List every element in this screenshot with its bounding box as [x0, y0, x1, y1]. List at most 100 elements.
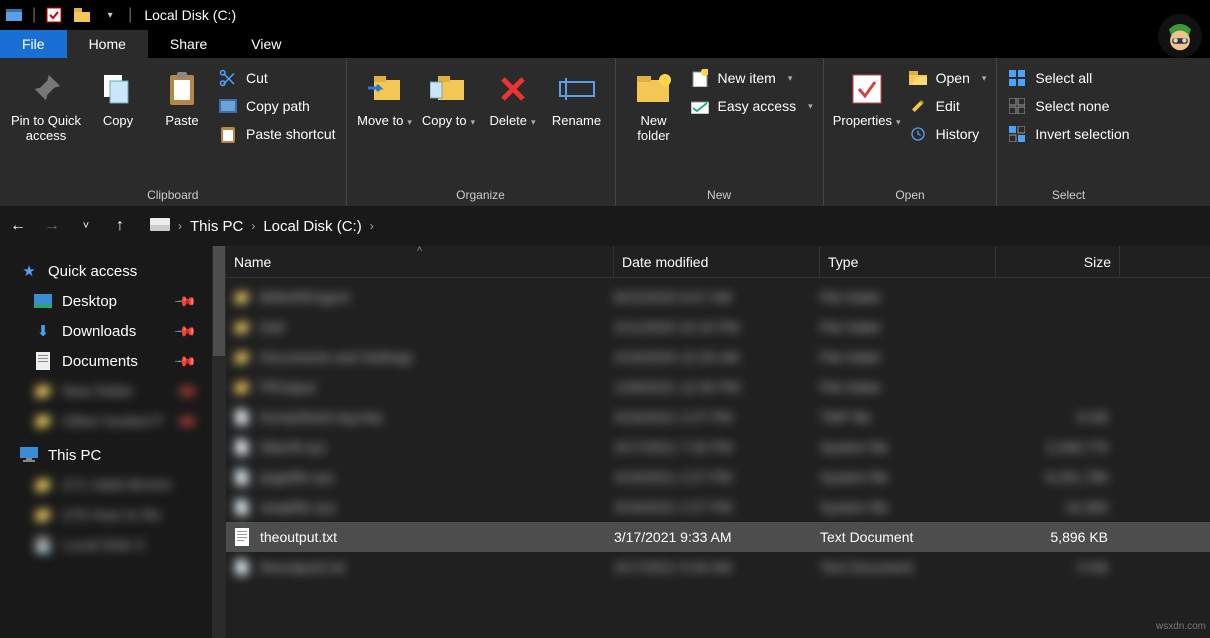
sidebar-desktop[interactable]: Desktop 📌 [0, 286, 212, 316]
documents-icon [34, 352, 52, 370]
open-button[interactable]: Open [904, 66, 991, 90]
select-none-button[interactable]: Select none [1003, 94, 1133, 118]
list-item[interactable]: 📄theoutput2.txt3/17/2021 9:34 AMText Doc… [226, 552, 1210, 582]
new-item-button[interactable]: New item [686, 66, 817, 90]
breadcrumb-this-pc[interactable]: This PC [186, 215, 247, 238]
chevron-right-icon[interactable]: › [249, 219, 257, 233]
tab-view[interactable]: View [229, 30, 303, 58]
cut-button[interactable]: Cut [214, 66, 340, 90]
text-file-icon [232, 527, 252, 547]
toolbar-properties-icon[interactable] [43, 4, 65, 26]
forward-button[interactable]: → [38, 212, 66, 240]
list-item[interactable]: 📁Dell2/11/2020 10:15 PMFile folder [226, 312, 1210, 342]
rename-button[interactable]: Rename [545, 62, 609, 133]
copy-path-icon [218, 96, 238, 116]
chevron-right-icon[interactable]: › [176, 219, 184, 233]
properties-button[interactable]: Properties [830, 62, 904, 133]
column-headers: ˄ Name Date modified Type Size [226, 246, 1210, 278]
downloads-icon: ⬇ [34, 322, 52, 340]
column-date-modified[interactable]: Date modified [614, 246, 820, 277]
column-name[interactable]: ˄ Name [226, 246, 614, 277]
new-folder-icon [635, 70, 673, 108]
delete-label: Delete [489, 114, 535, 129]
history-button[interactable]: History [904, 122, 991, 146]
toolbar-folder-icon[interactable] [71, 4, 93, 26]
copy-to-label: Copy to [422, 114, 475, 129]
main-content: ★ Quick access Desktop 📌 ⬇ Downloads 📌 D… [0, 246, 1210, 638]
sidebar-item-blurred[interactable]: 💾Local Disk C [0, 530, 212, 560]
properties-label: Properties [833, 114, 901, 129]
separator: | [128, 6, 132, 24]
tab-share[interactable]: Share [148, 30, 229, 58]
sidebar-item-blurred[interactable]: 📁Other hosted P📌 [0, 406, 212, 436]
breadcrumb-local-disk[interactable]: Local Disk (C:) [259, 215, 365, 238]
list-item[interactable]: 📄swapfile.sys3/16/2021 2:27 PMSystem fil… [226, 492, 1210, 522]
sort-indicator-icon: ˄ [417, 244, 423, 255]
rename-icon [558, 70, 596, 108]
list-item[interactable]: 📁Documents and Settings2/16/2020 12:25 A… [226, 342, 1210, 372]
sidebar-item-blurred[interactable]: 📁New folder📌 [0, 376, 212, 406]
toolbar-dropdown-icon[interactable]: ▾ [99, 4, 121, 26]
back-button[interactable]: ← [4, 212, 32, 240]
file-name: theoutput.txt [260, 529, 614, 545]
scissors-icon [218, 68, 238, 88]
paste-shortcut-icon [218, 124, 238, 144]
pin-icon [27, 70, 65, 108]
invert-selection-button[interactable]: Invert selection [1003, 122, 1133, 146]
pin-icon: 📌 [173, 349, 197, 373]
sidebar-item-blurred[interactable]: 📁271 H&M BOXH [0, 470, 212, 500]
column-type[interactable]: Type [820, 246, 996, 277]
sidebar-downloads[interactable]: ⬇ Downloads 📌 [0, 316, 212, 346]
tab-file[interactable]: File [0, 30, 67, 58]
list-item[interactable]: 📁BWinREAgent8/22/2020 8:07 AMFile folder [226, 282, 1210, 312]
watermark: wsxdn.com [1156, 621, 1206, 632]
pin-icon: 📌 [173, 289, 197, 313]
sidebar-quick-access[interactable]: ★ Quick access [0, 256, 212, 286]
group-select: Select all Select none Invert selection … [997, 58, 1139, 206]
paste-button[interactable]: Paste [150, 62, 214, 133]
app-icon [3, 4, 25, 26]
sidebar-this-pc[interactable]: This PC [0, 440, 212, 470]
drive-icon [146, 213, 174, 239]
star-icon: ★ [20, 262, 38, 280]
edit-button[interactable]: Edit [904, 94, 991, 118]
move-to-button[interactable]: Move to [353, 62, 417, 133]
paste-shortcut-button[interactable]: Paste shortcut [214, 122, 340, 146]
file-date: 3/17/2021 9:33 AM [614, 529, 820, 545]
copy-button[interactable]: Copy [86, 62, 150, 133]
easy-access-icon [690, 96, 710, 116]
list-item[interactable]: 📄pagefile.sys3/16/2021 2:27 PMSystem fil… [226, 462, 1210, 492]
pin-icon: 📌 [173, 319, 197, 343]
delete-icon [494, 70, 532, 108]
recent-locations-button[interactable]: ˅ [72, 212, 100, 240]
address-bar: ← → ˅ ↑ › This PC › Local Disk (C:) › [0, 206, 1210, 246]
copy-to-button[interactable]: Copy to [417, 62, 481, 133]
list-item-selected[interactable]: theoutput.txt 3/17/2021 9:33 AM Text Doc… [226, 522, 1210, 552]
new-folder-button[interactable]: New folder [622, 62, 686, 148]
scrollbar-thumb[interactable] [213, 246, 225, 356]
tab-home[interactable]: Home [67, 30, 148, 58]
pc-icon [20, 446, 38, 464]
sidebar-documents[interactable]: Documents 📌 [0, 346, 212, 376]
sidebar-item-blurred[interactable]: 📁276 How to Re [0, 500, 212, 530]
breadcrumb[interactable]: › This PC › Local Disk (C:) › [146, 213, 376, 239]
new-item-icon [690, 68, 710, 88]
select-all-button[interactable]: Select all [1003, 66, 1133, 90]
easy-access-button[interactable]: Easy access [686, 94, 817, 118]
delete-button[interactable]: Delete [481, 62, 545, 133]
copy-path-button[interactable]: Copy path [214, 94, 340, 118]
navigation-pane: ★ Quick access Desktop 📌 ⬇ Downloads 📌 D… [0, 246, 226, 638]
list-item[interactable]: 📁PfOutput1/28/2021 12:40 PMFile folder [226, 372, 1210, 402]
column-size[interactable]: Size [996, 246, 1120, 277]
list-item[interactable]: 📄DumpStack.log.tmp3/16/2021 2:27 PMTMP f… [226, 402, 1210, 432]
up-button[interactable]: ↑ [106, 212, 134, 240]
move-to-label: Move to [357, 114, 412, 129]
edit-icon [908, 96, 928, 116]
list-item[interactable]: 📄hiberfil.sys3/17/2021 7:32 PMSystem fil… [226, 432, 1210, 462]
paste-icon [163, 70, 201, 108]
sidebar-scrollbar[interactable] [212, 246, 226, 638]
group-organize: Move to Copy to Delete Rename Organize [347, 58, 616, 206]
pin-to-quick-access-button[interactable]: Pin to Quick access [6, 62, 86, 148]
file-size: 5,896 KB [996, 529, 1108, 545]
chevron-right-icon[interactable]: › [368, 219, 376, 233]
